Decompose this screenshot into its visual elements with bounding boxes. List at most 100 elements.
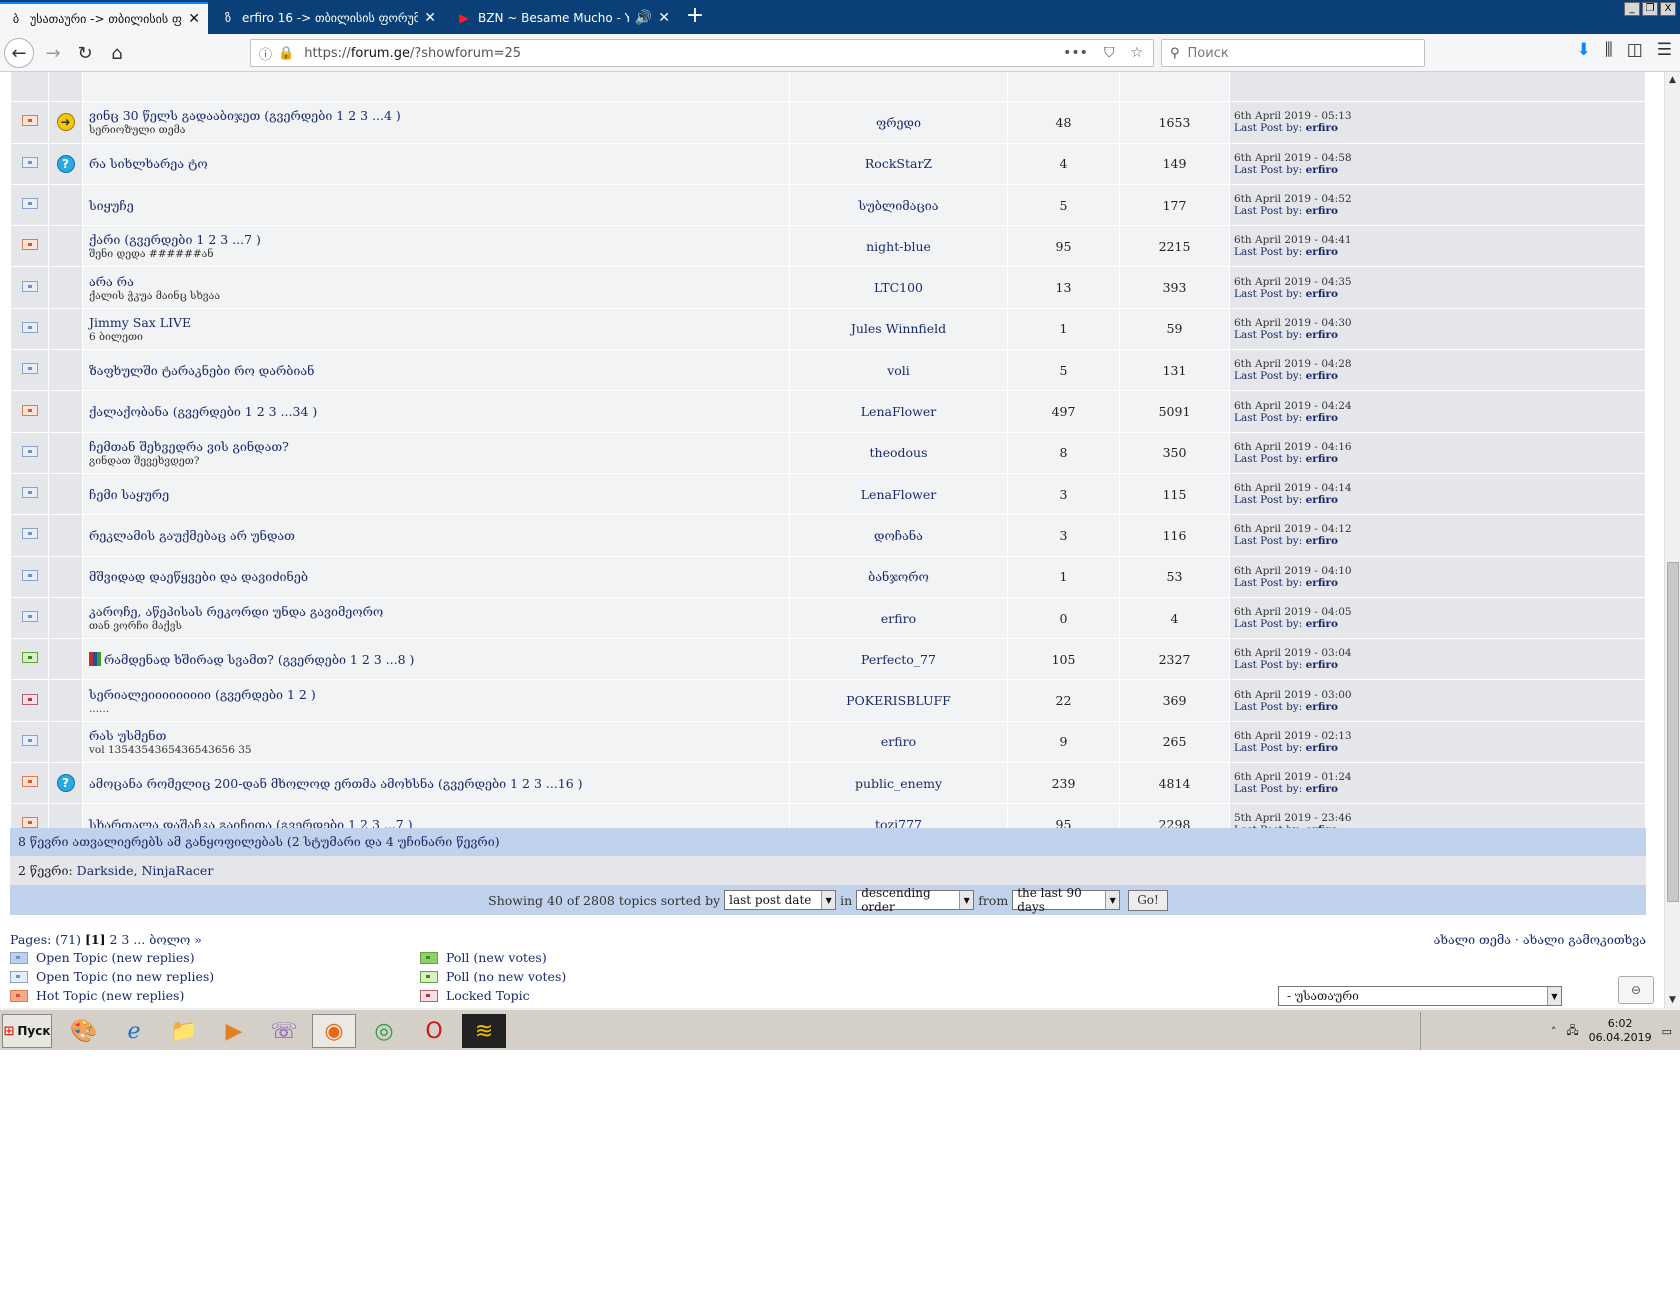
go-button[interactable]: Go! bbox=[1128, 889, 1168, 911]
search-bar[interactable]: ⚲ Поиск bbox=[1161, 39, 1425, 67]
last-post-date[interactable]: 6th April 2019 - 04:16 bbox=[1234, 441, 1645, 453]
topic-title-link[interactable]: სიყუჩე bbox=[89, 198, 134, 213]
topic-starter-link[interactable]: voli bbox=[887, 363, 910, 378]
topic-starter-link[interactable]: public_enemy bbox=[855, 776, 942, 791]
last-post-author[interactable]: erfiro bbox=[1306, 783, 1338, 795]
topic-replies[interactable]: 0 bbox=[1060, 611, 1068, 626]
app-icon[interactable]: ≋ bbox=[462, 1014, 506, 1048]
back-button[interactable]: ← bbox=[4, 38, 34, 68]
topic-replies[interactable]: 22 bbox=[1056, 693, 1072, 708]
topic-replies[interactable]: 5 bbox=[1060, 363, 1068, 378]
new-topic-links[interactable]: ახალი თემა · ახალი გამოკითხვა bbox=[1434, 932, 1646, 947]
topic-replies[interactable]: 9 bbox=[1060, 734, 1068, 749]
page-links[interactable]: 2 3 ... ბოლო » bbox=[109, 932, 201, 947]
scrollbar-thumb[interactable] bbox=[1667, 562, 1679, 902]
topic-replies[interactable]: 8 bbox=[1060, 445, 1068, 460]
url-bar[interactable]: ⓘ 🔒 https://forum.ge/?showforum=25 ••• ⛉… bbox=[250, 39, 1154, 67]
topic-title-link[interactable]: ქარი bbox=[89, 232, 120, 247]
topic-title-link[interactable]: სერიალეიიიიიიიიი bbox=[89, 687, 211, 702]
last-post-date[interactable]: 6th April 2019 - 02:13 bbox=[1234, 730, 1645, 742]
topic-title-link[interactable]: რა სიხლხარეა ტო bbox=[89, 156, 208, 171]
toggle-button[interactable]: ⊖ bbox=[1618, 976, 1654, 1004]
topic-replies[interactable]: 48 bbox=[1056, 115, 1072, 130]
topic-replies[interactable]: 1 bbox=[1060, 321, 1068, 336]
topic-replies[interactable]: 5 bbox=[1060, 198, 1068, 213]
opera-icon[interactable]: O bbox=[412, 1014, 456, 1048]
forward-button[interactable]: → bbox=[38, 38, 68, 68]
topic-starter-link[interactable]: LenaFlower bbox=[861, 404, 936, 419]
last-post-author[interactable]: erfiro bbox=[1306, 742, 1338, 754]
last-post-date[interactable]: 6th April 2019 - 04:52 bbox=[1234, 193, 1645, 205]
chevron-up-icon[interactable]: ˄ bbox=[1551, 1025, 1557, 1038]
last-post-date[interactable]: 6th April 2019 - 04:30 bbox=[1234, 317, 1645, 329]
network-icon[interactable]: 🖧 bbox=[1566, 1022, 1578, 1041]
close-tab-icon[interactable]: ✕ bbox=[188, 11, 200, 27]
topic-pages[interactable]: (გვერდები 1 2 3 ...16 ) bbox=[438, 776, 583, 791]
topic-title-link[interactable]: რეკლამის გაუქმებაც არ უნდათ bbox=[89, 528, 295, 543]
page-actions-icon[interactable]: ••• bbox=[1063, 45, 1088, 61]
chrome-icon[interactable]: ◎ bbox=[362, 1014, 406, 1048]
speaker-icon[interactable]: 🔊 bbox=[635, 10, 652, 26]
close-window-button[interactable]: X bbox=[1660, 2, 1676, 16]
topic-title-link[interactable]: კაროჩე, აწეპისას რეკორდი უნდა გავიმეორო bbox=[89, 604, 383, 619]
last-post-author[interactable]: erfiro bbox=[1306, 659, 1338, 671]
forum-jump-select[interactable]: - უსათაური ▼ bbox=[1278, 986, 1562, 1006]
last-post-date[interactable]: 5th April 2019 - 23:46 bbox=[1234, 812, 1645, 824]
new-tab-button[interactable]: + bbox=[682, 4, 708, 30]
url-text[interactable]: https://forum.ge/?showforum=25 bbox=[304, 46, 1063, 61]
last-post-author[interactable]: erfiro bbox=[1306, 453, 1338, 465]
last-post-date[interactable]: 6th April 2019 - 05:13 bbox=[1234, 110, 1645, 122]
last-post-author[interactable]: erfiro bbox=[1306, 122, 1338, 134]
show-desktop-icon[interactable]: ▭ bbox=[1662, 1025, 1672, 1038]
last-post-author[interactable]: erfiro bbox=[1306, 412, 1338, 424]
topic-starter-link[interactable]: erfiro bbox=[881, 611, 916, 626]
scroll-down-icon[interactable]: ▼ bbox=[1665, 992, 1680, 1008]
vertical-scrollbar[interactable]: ▲ ▼ bbox=[1664, 72, 1680, 1008]
topic-starter-link[interactable]: ბანჯორო bbox=[868, 569, 929, 584]
last-post-author[interactable]: erfiro bbox=[1306, 164, 1338, 176]
download-icon[interactable]: ⬇ bbox=[1577, 40, 1591, 60]
topic-title-link[interactable]: Jimmy Sax LIVE bbox=[89, 315, 191, 330]
last-post-author[interactable]: erfiro bbox=[1306, 246, 1338, 258]
start-button[interactable]: ⊞ Пуск bbox=[2, 1014, 52, 1048]
topic-replies[interactable]: 1 bbox=[1060, 569, 1068, 584]
viber-icon[interactable]: ☏ bbox=[262, 1014, 306, 1048]
last-post-date[interactable]: 6th April 2019 - 04:12 bbox=[1234, 523, 1645, 535]
library-icon[interactable]: ⫼ bbox=[1605, 40, 1613, 60]
topic-replies[interactable]: 13 bbox=[1056, 280, 1072, 295]
topic-replies[interactable]: 3 bbox=[1060, 487, 1068, 502]
pocket-icon[interactable]: ⛉ bbox=[1104, 45, 1115, 61]
sort-order-select[interactable]: descending order ▼ bbox=[856, 886, 975, 914]
topic-title-link[interactable]: ვინც 30 წელს გადააბიჯეთ bbox=[89, 108, 260, 123]
info-icon[interactable]: ⓘ bbox=[259, 44, 272, 63]
topic-starter-link[interactable]: ფრედი bbox=[876, 115, 921, 130]
topic-starter-link[interactable]: erfiro bbox=[881, 734, 916, 749]
reload-button[interactable]: ↻ bbox=[70, 38, 100, 68]
last-post-author[interactable]: erfiro bbox=[1306, 370, 1338, 382]
last-post-date[interactable]: 6th April 2019 - 04:35 bbox=[1234, 276, 1645, 288]
firefox-icon[interactable]: ◉ bbox=[312, 1014, 356, 1048]
tab-forum-untitled[interactable]: ბ უსათაური -> თბილისის ფორუმი ✕ bbox=[0, 2, 208, 34]
last-post-date[interactable]: 6th April 2019 - 04:10 bbox=[1234, 565, 1645, 577]
topic-starter-link[interactable]: LTC100 bbox=[874, 280, 923, 295]
topic-starter-link[interactable]: დოჩანა bbox=[874, 528, 923, 543]
topic-title-link[interactable]: არა რა bbox=[89, 274, 134, 289]
topic-starter-link[interactable]: theodous bbox=[870, 445, 928, 460]
topic-pages[interactable]: (გვერდები 1 2 3 ...34 ) bbox=[173, 404, 318, 419]
topic-starter-link[interactable]: სუბლიმაცია bbox=[858, 198, 938, 213]
last-post-date[interactable]: 6th April 2019 - 04:14 bbox=[1234, 482, 1645, 494]
topic-pages[interactable]: (გვერდები 1 2 ) bbox=[215, 687, 316, 702]
close-tab-icon[interactable]: ✕ bbox=[658, 10, 670, 26]
last-post-author[interactable]: erfiro bbox=[1306, 494, 1338, 506]
media-player-icon[interactable]: ▶ bbox=[212, 1014, 256, 1048]
topic-title-link[interactable]: რამდენად ხშირად სვამთ? bbox=[104, 652, 274, 667]
home-button[interactable]: ⌂ bbox=[102, 38, 132, 68]
last-post-date[interactable]: 6th April 2019 - 01:24 bbox=[1234, 771, 1645, 783]
sidebar-icon[interactable]: ◫ bbox=[1627, 40, 1643, 60]
members-names[interactable]: Darkside, NinjaRacer bbox=[77, 863, 214, 878]
last-post-author[interactable]: erfiro bbox=[1306, 701, 1338, 713]
topic-title-link[interactable]: ქალაქობანა bbox=[89, 404, 169, 419]
last-post-date[interactable]: 6th April 2019 - 04:05 bbox=[1234, 606, 1645, 618]
last-post-date[interactable]: 6th April 2019 - 03:00 bbox=[1234, 689, 1645, 701]
last-post-author[interactable]: erfiro bbox=[1306, 205, 1338, 217]
